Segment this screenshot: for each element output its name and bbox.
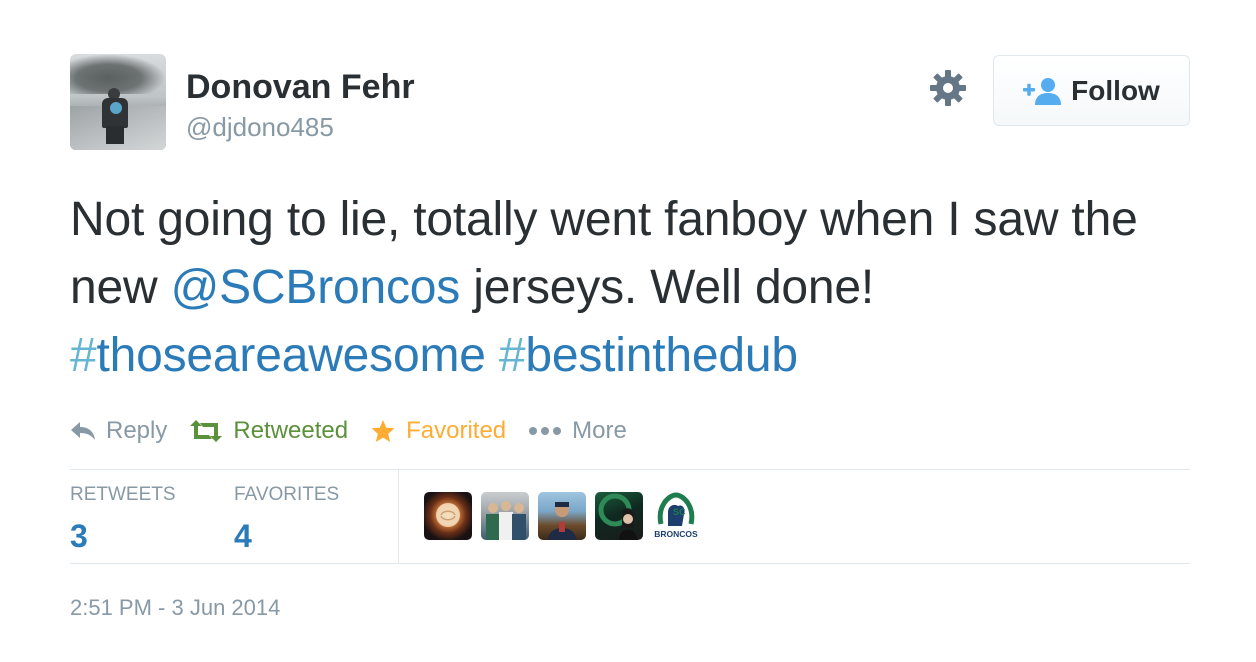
favoriters-avatars: SC BRONCOS [424,492,700,540]
follow-button[interactable]: Follow [993,55,1190,126]
tweet-actions: Reply Retweeted Favorited More [70,414,649,448]
hashtag-link-bestinthedub[interactable]: #bestinthedub [499,329,798,382]
hash-symbol: # [498,329,526,382]
stats-divider [398,470,399,563]
gear-icon[interactable] [928,68,968,108]
fireball-image [436,503,460,527]
hash-symbol: # [70,329,97,382]
user-avatar[interactable] [70,54,166,150]
divider [70,563,1190,564]
favoriter-avatar[interactable] [424,492,472,540]
retweet-label: Retweeted [233,417,349,444]
avatar-jersey-logo [110,102,122,114]
favorite-label: Favorited [406,417,507,444]
hashtag-text: bestinthedub [525,329,798,382]
tweet-text: Not going to lie, totally went fanboy wh… [70,186,1190,390]
mention-link[interactable]: @SCBroncos [171,261,461,314]
broncos-logo: SC BRONCOS [654,492,698,539]
divider [70,469,1190,470]
favoriter-avatar[interactable] [595,492,643,540]
retweet-button[interactable]: Retweeted [189,417,348,445]
retweets-label: RETWEETS [70,484,176,505]
favoriter-avatar[interactable] [481,492,529,540]
favorites-stat[interactable]: FAVORITES 4 [234,484,339,555]
avatar-background [70,54,166,94]
tweet-text-segment [486,329,499,382]
ellipsis-icon [529,427,562,435]
more-button[interactable]: More [528,417,627,445]
tweet-text-segment: jerseys. Well done! [460,261,875,314]
favorites-count: 4 [234,518,252,554]
user-handle[interactable]: @djdono485 [186,112,334,143]
follow-button-label: Follow [1071,74,1160,106]
favorites-label: FAVORITES [234,484,340,505]
tweet-timestamp[interactable]: 2:51 PM - 3 Jun 2014 [70,595,280,621]
hashtag-link-thoseareawesome[interactable]: #thoseareawesome [70,329,486,382]
retweets-count: 3 [70,518,88,554]
favoriter-avatar[interactable]: SC BRONCOS [652,492,700,540]
reply-icon [71,422,95,440]
favorite-button[interactable]: Favorited [370,417,506,445]
more-label: More [572,417,627,444]
group-photo-image [486,501,526,540]
add-user-icon [1023,77,1062,105]
retweets-stat[interactable]: RETWEETS 3 [70,484,176,555]
avatar-person-legs [106,126,124,144]
favoriter-avatar[interactable] [538,492,586,540]
broncos-fan-image [598,493,637,540]
user-display-name[interactable]: Donovan Fehr [186,68,415,107]
logo-badge-text: SC [673,507,686,517]
reply-label: Reply [106,417,168,444]
hashtag-text: thoseareawesome [96,329,486,382]
logo-wordmark: BRONCOS [654,529,698,539]
star-icon [371,420,395,442]
person-photo-image [548,502,576,540]
reply-button[interactable]: Reply [70,417,167,445]
retweet-icon [190,420,223,442]
